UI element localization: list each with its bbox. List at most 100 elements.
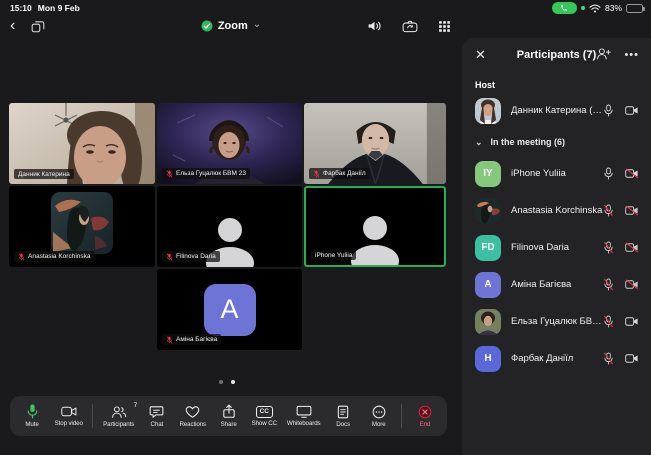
camera-on-icon[interactable] [625,105,639,116]
mic-on-icon[interactable] [603,104,614,117]
participant-name: Аміна Багієва [511,279,603,290]
secure-check-icon [201,20,213,32]
participant-row-anastasia-korchinska[interactable]: Anastasia Korchinska [462,192,651,229]
mic-in-use-dot [581,6,585,10]
mic-on-icon[interactable] [603,167,614,180]
tile-name-label: Данник Катерина [14,169,74,179]
active-call-indicator[interactable] [552,2,577,14]
clock: 15:10 [10,3,32,13]
battery-icon [626,4,643,13]
view-grid-icon[interactable] [438,20,451,33]
participant-row-elza-hutsaliuk[interactable]: Ельза Гуцалюк БВМ 23 [462,303,651,340]
toolbar-divider [92,404,93,428]
status-bar: 15:10 Mon 9 Feb 83% [0,0,651,14]
participant-row-farbak-daniil[interactable]: H Фарбак Даніїл [462,340,651,377]
participants-button[interactable]: 7 Participants [103,405,134,428]
in-meeting-section-toggle[interactable]: ⌄ In the meeting (6) [462,129,651,155]
letter-avatar: A [204,284,256,336]
mic-icon [26,404,39,419]
chevron-down-icon: ⌄ [475,137,483,148]
page-indicator [205,380,249,384]
stop-video-button[interactable]: Stop video [55,405,83,427]
participant-row-iphone-yuliia[interactable]: IY iPhone Yuliia [462,155,651,192]
avatar: H [475,346,501,372]
reactions-button[interactable]: Reactions [179,405,206,428]
profile-image [51,192,113,254]
participants-count-badge: 7 [134,402,138,409]
camera-off-icon[interactable] [625,279,639,290]
camera-off-icon[interactable] [625,168,639,179]
video-tile-iphone-yuliia[interactable]: iPhone Yuliia [304,186,446,267]
meeting-toolbar: Mute Stop video 7 Participants Chat Reac… [10,396,447,436]
heart-icon [185,405,200,419]
video-tile-anastasia-korchinska[interactable]: Anastasia Korchinska [9,186,155,267]
cc-icon: CC [256,406,273,418]
tile-name-label: Ельза Гуцалюк БВМ 23 [162,168,250,179]
video-tile-dannyk-kateryna[interactable]: Данник Катерина [9,103,155,184]
in-meeting-section-label: In the meeting (6) [491,137,566,147]
chat-button[interactable]: Chat [144,405,170,428]
video-tile-farbak-daniil[interactable]: Фарбак Даніїл [304,103,446,184]
tile-name-label: Filinova Daria [162,251,220,262]
wifi-icon [589,4,601,13]
phone-icon [560,4,568,12]
tile-name-label: Anastasia Korchinska [14,251,95,262]
participants-panel: ✕ Participants (7) ••• Host Данник Катер… [462,38,651,455]
chevron-down-icon: ⌄ [253,19,261,30]
share-icon [222,404,236,419]
video-tile-amina-bahiieva[interactable]: A Аміна Багієва [157,269,302,350]
video-tile-filinova-daria[interactable]: Filinova Daria [157,186,302,267]
mute-button[interactable]: Mute [19,404,45,428]
participant-row-amina-bahiieva[interactable]: A Аміна Багієва [462,266,651,303]
participant-name: iPhone Yuliia [511,168,603,179]
end-call-icon [418,405,432,419]
nav-bar: ‹ Zoom ⌄ [0,14,651,38]
avatar: A [475,272,501,298]
switch-camera-icon[interactable] [402,20,418,33]
video-tile-elza-hutsaliuk[interactable]: Ельза Гуцалюк БВМ 23 [157,103,302,184]
invite-person-icon[interactable] [596,47,611,63]
toolbar-divider [401,404,402,428]
avatar: IY [475,161,501,187]
share-button[interactable]: Share [216,404,242,428]
participants-panel-header: ✕ Participants (7) ••• [462,38,651,72]
avatar [475,309,501,335]
chat-icon [149,405,164,419]
whiteboards-button[interactable]: Whiteboards [287,405,321,427]
video-grid: Данник Катерина Ельза Гуцалюк Б [0,38,462,455]
camera-on-icon[interactable] [625,316,639,327]
host-section-label: Host [462,72,651,92]
camera-off-icon[interactable] [625,205,639,216]
app-name: Zoom [218,20,248,32]
mic-muted-icon[interactable] [603,241,614,254]
mic-muted-icon [313,170,320,178]
camera-off-icon[interactable] [625,242,639,253]
participant-row-host[interactable]: Данник Катерина (me) [462,92,651,129]
speaker-icon[interactable] [367,20,382,32]
page-dot [219,380,223,384]
show-cc-button[interactable]: CC Show CC [251,406,277,427]
more-button[interactable]: More [366,405,392,428]
more-icon [372,405,386,419]
docs-button[interactable]: Docs [330,405,356,428]
mic-muted-icon [166,253,173,261]
mic-muted-icon[interactable] [603,315,614,328]
zoom-ipad-screen: 15:10 Mon 9 Feb 83% ‹ Zoom ⌄ [0,0,651,455]
participant-row-filinova-daria[interactable]: FD Filinova Daria [462,229,651,266]
mic-muted-icon[interactable] [603,278,614,291]
end-button[interactable]: End [412,405,438,428]
participant-name: Данник Катерина (me) [511,105,603,116]
participant-name: Filinova Daria [511,242,603,253]
mic-muted-icon[interactable] [603,352,614,365]
mic-muted-icon [166,336,173,344]
whiteboard-icon [296,405,312,418]
camera-on-icon[interactable] [625,353,639,364]
close-icon[interactable]: ✕ [475,47,486,63]
participant-name: Фарбак Даніїл [511,353,603,364]
avatar: FD [475,235,501,261]
avatar [475,98,501,124]
mic-muted-icon[interactable] [603,204,614,217]
panel-more-icon[interactable]: ••• [624,49,639,61]
tile-name-label: Фарбак Даніїл [309,168,370,179]
participant-name: Ельза Гуцалюк БВМ 23 [511,316,603,327]
